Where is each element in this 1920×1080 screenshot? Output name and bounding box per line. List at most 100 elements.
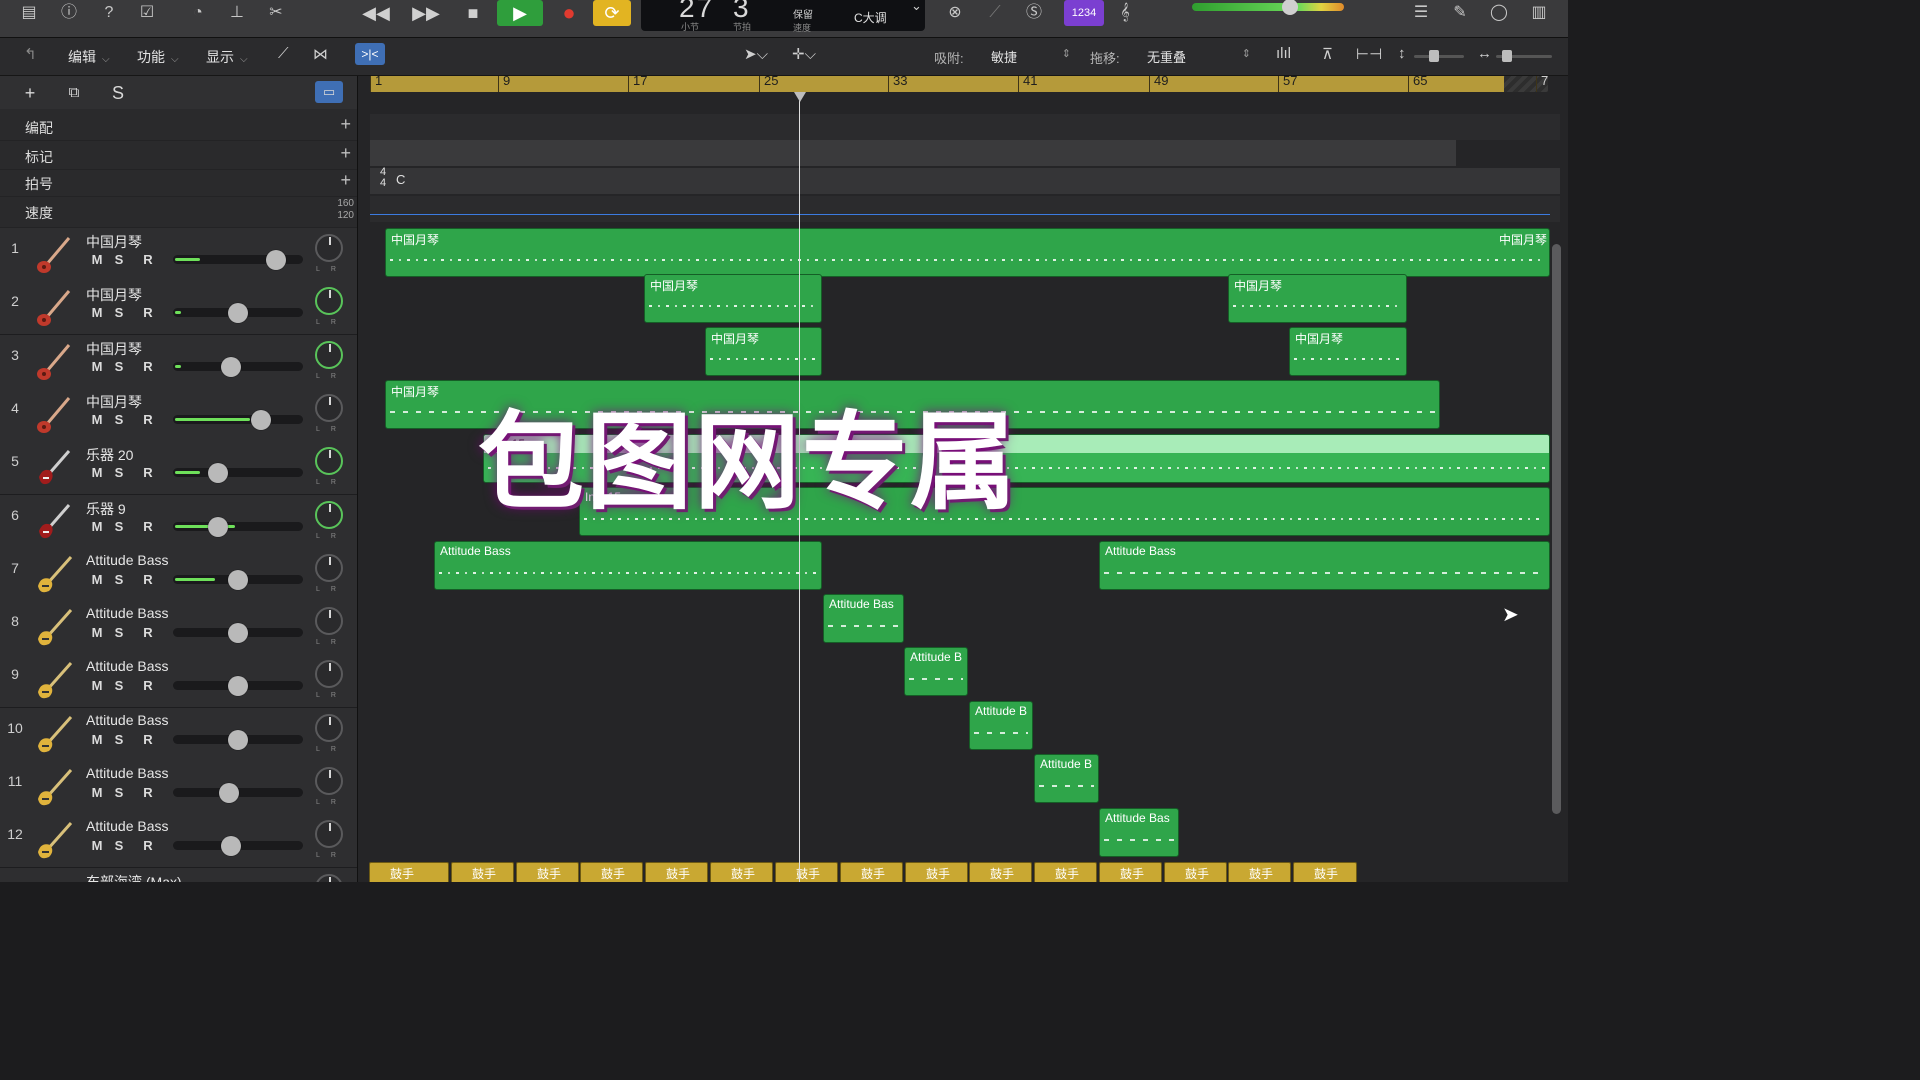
pan-knob[interactable] xyxy=(315,873,343,882)
volume-fader[interactable] xyxy=(173,303,303,324)
region-track-7[interactable]: Attitude Bass xyxy=(1099,541,1550,590)
tuner-icon[interactable]: ⟋ xyxy=(982,2,1008,24)
note-pad-icon[interactable]: ✎ xyxy=(1447,2,1473,24)
record-enable-button[interactable]: R xyxy=(138,464,158,482)
bass-guitar-icon[interactable] xyxy=(33,820,75,862)
pan-knob[interactable] xyxy=(315,607,343,636)
record-enable-button[interactable]: R xyxy=(138,731,158,749)
browsers-icon[interactable]: ▥ xyxy=(1526,2,1552,24)
volume-fader[interactable] xyxy=(173,516,303,537)
editors-icon[interactable]: ✂ xyxy=(263,2,289,24)
marker-lane[interactable] xyxy=(370,140,1456,166)
pan-knob[interactable] xyxy=(315,500,343,529)
volume-fader-knob[interactable] xyxy=(251,409,271,430)
region-track-12[interactable]: Attitude Bas xyxy=(1099,808,1179,857)
drummer-region[interactable]: 鼓手 xyxy=(969,862,1032,882)
drummer-region[interactable]: 鼓手 xyxy=(710,862,773,882)
pan-knob[interactable] xyxy=(315,553,343,582)
record-enable-button[interactable]: R xyxy=(138,571,158,589)
horizontal-zoom-knob[interactable] xyxy=(1502,50,1512,62)
volume-fader[interactable] xyxy=(173,729,303,750)
bass-guitar-icon[interactable] xyxy=(33,767,75,809)
solo-button[interactable]: S xyxy=(109,571,129,589)
volume-fader-knob[interactable] xyxy=(221,836,241,857)
help-icon[interactable]: ? xyxy=(96,2,122,24)
pan-knob[interactable] xyxy=(315,287,343,316)
track-header[interactable]: 9 Attitude Bass M S R LR xyxy=(0,654,357,709)
solo-button[interactable]: S xyxy=(109,464,129,482)
pan-knob[interactable] xyxy=(315,447,343,476)
solo-button[interactable]: S xyxy=(109,784,129,802)
master-volume-slider[interactable] xyxy=(1192,3,1344,11)
drummer-region[interactable]: 鼓手 xyxy=(1034,862,1097,882)
rewind-button[interactable]: ◀◀ xyxy=(355,0,397,26)
metronome-icon[interactable]: 𝄞 xyxy=(1112,2,1138,24)
fast-forward-button[interactable]: ▶▶ xyxy=(405,0,447,26)
bass-guitar-icon[interactable] xyxy=(33,714,75,756)
volume-fader-knob[interactable] xyxy=(208,516,228,537)
record-enable-button[interactable]: R xyxy=(138,677,158,695)
electric-guitar-icon[interactable] xyxy=(33,501,75,543)
add-icon[interactable]: + xyxy=(340,114,351,135)
record-enable-button[interactable]: R xyxy=(138,304,158,322)
track-name[interactable]: 中国月琴 xyxy=(86,232,142,252)
volume-fader-knob[interactable] xyxy=(228,303,248,324)
global-track-marker[interactable]: 标记 + xyxy=(0,141,357,170)
region-track-2[interactable]: 中国月琴 xyxy=(1228,274,1407,323)
volume-fader-knob[interactable] xyxy=(219,783,239,803)
bass-guitar-icon[interactable] xyxy=(33,660,75,702)
inspector-icon[interactable]: ⓘ xyxy=(56,2,82,24)
vertical-zoom-knob[interactable] xyxy=(1429,50,1439,62)
pan-knob[interactable] xyxy=(315,340,343,369)
horizontal-zoom-icon[interactable]: ↔ xyxy=(1477,45,1492,62)
track-header[interactable]: 2 中国月琴 M S R LR xyxy=(0,281,357,336)
drummer-region[interactable]: 鼓手 xyxy=(516,862,579,882)
solo-button[interactable]: S xyxy=(109,251,129,269)
loop-browser-icon[interactable]: ◯ xyxy=(1486,2,1512,24)
solo-button[interactable]: S xyxy=(109,411,129,429)
mute-button[interactable]: M xyxy=(87,251,107,269)
mute-button[interactable]: M xyxy=(87,464,107,482)
playhead-handle[interactable] xyxy=(794,92,806,102)
volume-fader[interactable] xyxy=(173,409,303,430)
secondary-tool-icon[interactable]: ✛⌵ xyxy=(792,45,816,63)
track-header[interactable]: 4 中国月琴 M S R LR xyxy=(0,387,357,442)
drummer-region[interactable]: 鼓手 xyxy=(580,862,643,882)
library-icon[interactable]: ▤ xyxy=(16,2,42,24)
track-header[interactable]: 东部海湾 (Max)MSRLR xyxy=(0,867,357,882)
solo-button[interactable]: S xyxy=(109,358,129,376)
volume-fader[interactable] xyxy=(173,250,303,270)
track-header[interactable]: 3 中国月琴 M S R LR xyxy=(0,334,357,389)
track-header[interactable]: 1 中国月琴 M S R LR xyxy=(0,228,357,282)
region-track-2[interactable]: 中国月琴 xyxy=(644,274,822,323)
track-name[interactable]: Attitude Bass xyxy=(86,552,169,568)
pan-knob[interactable] xyxy=(315,713,343,742)
record-enable-button[interactable]: R xyxy=(138,518,158,536)
vertical-zoom-slider[interactable] xyxy=(1414,55,1464,58)
add-track-button[interactable]: + xyxy=(16,82,44,104)
mute-button[interactable]: M xyxy=(87,677,107,695)
volume-fader[interactable] xyxy=(173,356,303,377)
stop-button[interactable]: ■ xyxy=(452,0,494,26)
mute-button[interactable]: M xyxy=(87,624,107,642)
track-name[interactable]: 中国月琴 xyxy=(86,392,142,412)
lute-icon[interactable] xyxy=(33,287,75,329)
fit-horizontal-icon[interactable]: ⊢⊣ xyxy=(1356,45,1382,63)
cycle-button[interactable]: ⟳ xyxy=(593,0,631,26)
solo-button[interactable]: S xyxy=(109,624,129,642)
global-track-arrangement[interactable]: 编配 + xyxy=(0,112,357,141)
master-volume-knob[interactable] xyxy=(1282,0,1298,15)
list-editors-icon[interactable]: ☰ xyxy=(1408,2,1434,24)
signature-lane[interactable]: 4 4 C xyxy=(370,167,1560,194)
drummer-region[interactable]: 鼓手 xyxy=(1099,862,1162,882)
volume-fader-knob[interactable] xyxy=(228,676,248,697)
solo-button[interactable]: S xyxy=(109,677,129,695)
drummer-region[interactable]: 鼓手 xyxy=(1293,862,1357,882)
region-track-8[interactable]: Attitude Bas xyxy=(823,594,904,643)
global-track-signature[interactable]: 拍号 + xyxy=(0,168,357,197)
track-header[interactable]: 11 Attitude Bass M S R LR xyxy=(0,761,357,815)
flex-icon[interactable]: ⋈ xyxy=(313,45,328,63)
track-name[interactable]: Attitude Bass xyxy=(86,658,169,674)
drummer-region[interactable]: 鼓手 xyxy=(451,862,514,882)
volume-fader-knob[interactable] xyxy=(266,250,286,270)
